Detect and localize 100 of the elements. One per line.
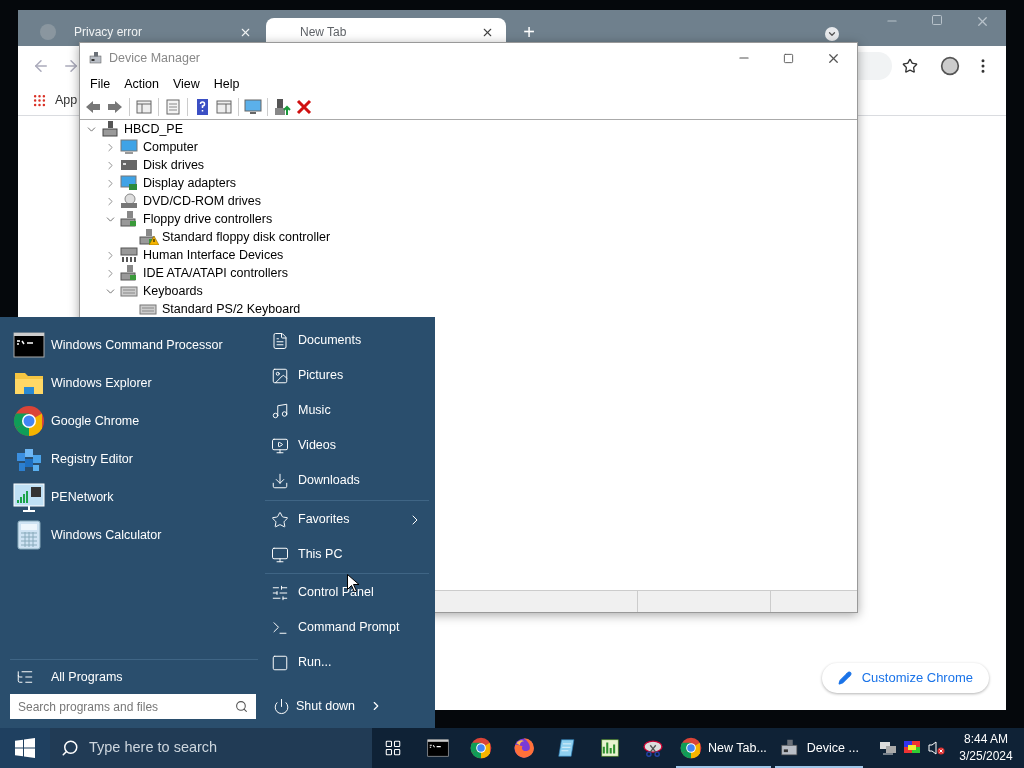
tree-view-icon[interactable]: [135, 98, 153, 116]
maximize-icon[interactable]: [931, 14, 943, 26]
monitor-icon: [271, 545, 289, 564]
back-arrow-icon[interactable]: [84, 98, 102, 116]
app-icon: [555, 737, 578, 759]
delete-icon[interactable]: [295, 98, 313, 116]
program-item[interactable]: Registry Editor: [10, 440, 260, 478]
device-icon: [120, 139, 138, 155]
start-button[interactable]: [0, 728, 50, 768]
device-icon: [120, 283, 138, 299]
video-icon: [271, 436, 289, 455]
volume-muted-icon[interactable]: [927, 740, 945, 756]
task-view-icon[interactable]: [384, 739, 402, 757]
tree-item[interactable]: Keyboards: [143, 281, 203, 301]
clock-time[interactable]: 8:44 AM: [964, 731, 1008, 748]
app-icon: [680, 737, 702, 759]
menu-item[interactable]: Videos: [265, 428, 429, 463]
image-icon: [271, 366, 289, 385]
list-icon: [16, 668, 34, 686]
menu-item[interactable]: Action: [117, 74, 166, 94]
menu-item[interactable]: Music: [265, 393, 429, 428]
menu-item[interactable]: Command Prompt: [265, 610, 429, 645]
tree-item[interactable]: DVD/CD-ROM drives: [143, 191, 262, 211]
tree-item[interactable]: HBCD_PE: [124, 120, 184, 139]
menu-item[interactable]: Run...: [265, 645, 429, 680]
forward-arrow-icon[interactable]: [62, 57, 80, 75]
document-icon: [271, 331, 289, 350]
browser-tab[interactable]: Privacy error: [28, 18, 264, 46]
tree-item[interactable]: Computer: [143, 137, 198, 157]
pencil-icon: [837, 671, 852, 685]
program-icon: [13, 329, 45, 361]
menu-item[interactable]: File: [83, 74, 118, 94]
tree-item[interactable]: Disk drives: [143, 155, 205, 175]
app-icon: [512, 737, 535, 759]
program-item[interactable]: Windows Command Processor: [10, 326, 260, 364]
panel-icon[interactable]: [215, 98, 233, 116]
app-icon: [426, 737, 449, 759]
device-icon: [120, 211, 138, 227]
bookmark-link[interactable]: App: [55, 91, 78, 110]
device-icon: [120, 265, 138, 281]
program-item[interactable]: Windows Calculator: [10, 516, 260, 554]
download-icon: [271, 471, 289, 490]
app-icon: [641, 737, 664, 759]
app-icon: [598, 737, 621, 759]
taskbar-search-field[interactable]: Type here to search: [50, 728, 372, 768]
display-color-icon[interactable]: [903, 740, 921, 756]
program-icon: [13, 481, 45, 513]
search-input[interactable]: Search programs and files: [18, 697, 235, 716]
menu-item[interactable]: Documents: [265, 323, 429, 358]
device-icon: [120, 175, 138, 191]
menu-item[interactable]: Favorites: [265, 502, 429, 537]
app-icon: [778, 737, 801, 759]
music-note-icon: [271, 401, 289, 420]
tree-item[interactable]: Human Interface Devices: [143, 245, 284, 265]
new-tab-button[interactable]: +: [514, 18, 544, 46]
menu-item[interactable]: Help: [206, 74, 247, 94]
tree-item[interactable]: Standard floppy disk controller: [162, 227, 331, 247]
device-icon: [101, 121, 119, 137]
program-item[interactable]: Google Chrome: [10, 402, 260, 440]
search-icon: [61, 739, 79, 757]
search-input[interactable]: Type here to search: [89, 737, 372, 759]
device-icon: [120, 193, 138, 209]
power-icon: [273, 697, 290, 715]
program-icon: [13, 405, 45, 437]
apps-grid-icon[interactable]: [32, 93, 47, 108]
profile-icon[interactable]: [940, 56, 960, 76]
scan-monitor-icon[interactable]: [244, 98, 262, 116]
tab-title: New Tab: [300, 24, 348, 41]
search-field[interactable]: Search programs and files: [10, 694, 256, 719]
shut-down-button[interactable]: Shut down: [265, 691, 429, 721]
all-programs-item[interactable]: All Programs: [10, 660, 260, 694]
device-icon: [120, 247, 138, 263]
taskbar-app[interactable]: Device ...: [772, 728, 865, 768]
taskbar-app[interactable]: New Tab...: [674, 728, 773, 768]
bookmark-star-icon[interactable]: [902, 58, 918, 74]
customize-chrome-button[interactable]: Customize Chrome: [821, 663, 989, 693]
clock-date[interactable]: 3/25/2024: [959, 748, 1013, 765]
globe-icon: [40, 24, 56, 40]
update-driver-icon[interactable]: [273, 98, 291, 116]
tree-item[interactable]: Standard PS/2 Keyboard: [162, 299, 301, 319]
dropdown-icon[interactable]: [825, 27, 839, 41]
control-panel-icon: [271, 583, 289, 602]
menu-item[interactable]: View: [165, 74, 207, 94]
windows-logo-icon: [15, 738, 35, 758]
maximize-icon[interactable]: [783, 52, 794, 64]
tree-item[interactable]: IDE ATA/ATAPI controllers: [143, 263, 288, 283]
tree-item[interactable]: Display adapters: [143, 173, 237, 193]
menu-item[interactable]: This PC: [265, 537, 429, 572]
device-icon: [139, 301, 157, 317]
menu-item[interactable]: Pictures: [265, 358, 429, 393]
device-manager-icon: [88, 50, 104, 66]
window-title: Device Manager: [109, 49, 200, 67]
forward-arrow-icon[interactable]: [106, 98, 124, 116]
network-icon[interactable]: [879, 740, 897, 756]
menu-item[interactable]: Downloads: [265, 463, 429, 498]
program-item[interactable]: PENetwork: [10, 478, 260, 516]
tab-title: Privacy error: [74, 24, 143, 41]
tree-item[interactable]: Floppy drive controllers: [143, 209, 273, 229]
program-item[interactable]: Windows Explorer: [10, 364, 260, 402]
address-bar[interactable]: [856, 52, 892, 80]
